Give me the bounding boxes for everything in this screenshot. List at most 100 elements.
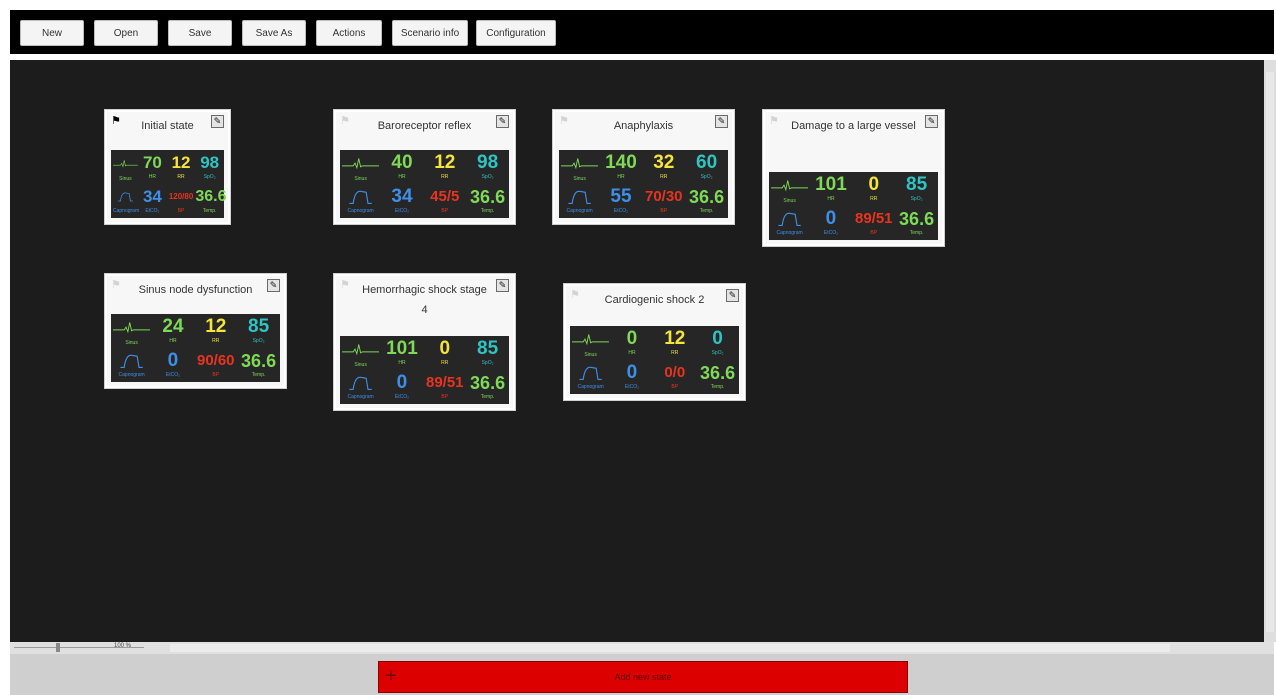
vitals-monitor: Sinus Capnogram 24 HR 12 RR 85 SpO₂ 0 EtCO₂ 90/60 B… bbox=[111, 314, 280, 382]
spo2-value: 60 bbox=[696, 152, 718, 173]
ecg-wave-icon: Sinus bbox=[561, 154, 599, 184]
edit-pencil-icon[interactable]: ✎ bbox=[715, 115, 728, 128]
spo2-value-cell: 98 SpO₂ bbox=[466, 152, 509, 180]
edit-pencil-icon[interactable]: ✎ bbox=[211, 115, 224, 128]
ecg-wave-icon: Sinus bbox=[113, 154, 138, 184]
flag-icon[interactable]: ⚑ bbox=[340, 116, 350, 127]
capnogram-wave-icon: Capnogram bbox=[342, 186, 379, 216]
rr-label: RR bbox=[177, 174, 185, 180]
state-card[interactable]: ⚑ Hemorrhagic shock stage 4 ✎ Sinus Capnogra… bbox=[334, 274, 515, 410]
scroll-thumb[interactable] bbox=[1266, 72, 1274, 632]
temp-value-cell: 36.6 Temp. bbox=[685, 186, 728, 214]
hr-label: HR bbox=[148, 174, 157, 180]
scenario-info-button[interactable]: Scenario info bbox=[392, 20, 468, 46]
spo2-value: 0 bbox=[712, 328, 723, 349]
edit-pencil-icon[interactable]: ✎ bbox=[496, 279, 509, 292]
zoom-control[interactable]: 100 % bbox=[10, 642, 165, 654]
bp-label: BP bbox=[177, 208, 185, 214]
bp-value: 120/80 bbox=[168, 192, 194, 201]
actions-button[interactable]: Actions bbox=[316, 20, 382, 46]
flag-icon[interactable]: ⚑ bbox=[111, 116, 121, 127]
bp-value-cell: 89/51 BP bbox=[423, 372, 466, 400]
edit-pencil-icon[interactable]: ✎ bbox=[726, 289, 739, 302]
flag-icon[interactable]: ⚑ bbox=[769, 116, 779, 127]
spo2-value-cell: 98 SpO₂ bbox=[195, 152, 224, 180]
hr-label: HR bbox=[628, 350, 636, 356]
state-card[interactable]: ⚑ Sinus node dysfunction ✎ Sinus Capnogram 24… bbox=[105, 274, 286, 388]
hr-value: 24 bbox=[162, 316, 184, 337]
rr-value-cell: 0 RR bbox=[852, 174, 895, 202]
temp-label: Temp. bbox=[251, 372, 266, 378]
bp-value: 45/5 bbox=[430, 188, 460, 205]
hr-value: 70 bbox=[142, 153, 162, 172]
temp-label: Temp. bbox=[480, 394, 495, 400]
hr-value-cell: 24 HR bbox=[152, 316, 195, 344]
flag-icon[interactable]: ⚑ bbox=[570, 290, 580, 301]
horizontal-scrollbar[interactable]: 100 % bbox=[10, 642, 1274, 654]
state-title: Damage to a large vessel bbox=[791, 120, 916, 132]
hr-label: HR bbox=[827, 196, 835, 202]
vertical-scrollbar[interactable] bbox=[1264, 60, 1276, 642]
temp-label: Temp. bbox=[202, 208, 217, 214]
add-new-state-button[interactable]: + Add new state bbox=[378, 661, 908, 693]
capnogram-label: Capnogram bbox=[113, 208, 140, 214]
rr-value: 12 bbox=[434, 152, 456, 173]
edit-pencil-icon[interactable]: ✎ bbox=[267, 279, 280, 292]
vitals-monitor: Sinus Capnogram 140 HR 32 RR 60 SpO₂ 55 EtCO₂ 70/3… bbox=[559, 150, 728, 218]
flag-icon[interactable]: ⚑ bbox=[111, 280, 121, 291]
zoom-slider-handle[interactable] bbox=[56, 643, 60, 652]
hr-label: HR bbox=[398, 174, 406, 180]
temp-value-cell: 36.6 Temp. bbox=[466, 372, 509, 400]
open-button[interactable]: Open bbox=[94, 20, 158, 46]
hr-value-cell: 0 HR bbox=[611, 328, 654, 356]
etco2-value: 0 bbox=[167, 350, 179, 371]
ecg-wave-icon: Sinus bbox=[113, 318, 151, 348]
sinus-label: Sinus bbox=[354, 176, 367, 182]
rr-value-cell: 12 RR bbox=[167, 152, 196, 180]
state-title: Initial state bbox=[141, 120, 194, 132]
ecg-wave-icon: Sinus bbox=[342, 154, 380, 184]
state-card[interactable]: ⚑ Damage to a large vessel ✎ Sinus Capnogram… bbox=[763, 110, 944, 246]
spo2-value: 98 bbox=[200, 153, 220, 172]
spo2-label: SpO₂ bbox=[481, 360, 494, 366]
temp-value-cell: 36.6 Temp. bbox=[195, 186, 226, 214]
capnogram-label: Capnogram bbox=[118, 372, 145, 378]
bp-value-cell: 0/0 BP bbox=[653, 362, 696, 390]
capnogram-wave-icon: Capnogram bbox=[113, 186, 140, 216]
rr-label: RR bbox=[441, 174, 449, 180]
etco2-value-cell: 34 EtCO₂ bbox=[381, 186, 424, 214]
save-button[interactable]: Save bbox=[168, 20, 232, 46]
h-scroll-thumb[interactable] bbox=[170, 644, 1170, 652]
state-card[interactable]: ⚑ Anaphylaxis ✎ Sinus Capnogram 140 HR 32 RR 60 Sp… bbox=[553, 110, 734, 224]
edit-pencil-icon[interactable]: ✎ bbox=[925, 115, 938, 128]
edit-pencil-icon[interactable]: ✎ bbox=[496, 115, 509, 128]
spo2-label: SpO₂ bbox=[711, 350, 724, 356]
rr-label: RR bbox=[671, 350, 679, 356]
zoom-value: 100 % bbox=[114, 643, 132, 649]
state-title: Baroreceptor reflex bbox=[377, 120, 472, 132]
bp-value: 90/60 bbox=[196, 352, 235, 369]
bp-value-cell: 120/80 BP bbox=[167, 186, 196, 214]
state-title: Hemorrhagic shock stage 4 bbox=[362, 284, 487, 316]
plus-icon: + bbox=[385, 665, 397, 687]
spo2-value: 85 bbox=[248, 316, 270, 337]
vitals-monitor: Sinus Capnogram 101 HR 0 RR 85 SpO₂ 0 EtCO₂ 89/51 B… bbox=[340, 336, 509, 404]
hr-value: 101 bbox=[386, 338, 418, 359]
new-button[interactable]: New bbox=[20, 20, 84, 46]
state-card[interactable]: ⚑ Baroreceptor reflex ✎ Sinus Capnogram 40 HR 1… bbox=[334, 110, 515, 224]
state-card[interactable]: ⚑ Initial state ✎ Sinus Capnogram 70 HR 12 RR 98 S… bbox=[105, 110, 230, 224]
flag-icon[interactable]: ⚑ bbox=[340, 280, 350, 291]
state-card[interactable]: ⚑ Cardiogenic shock 2 ✎ Sinus Capnogram 0 HR 12… bbox=[564, 284, 745, 400]
configuration-button[interactable]: Configuration bbox=[476, 20, 556, 46]
etco2-value: 0 bbox=[396, 372, 408, 393]
flag-icon[interactable]: ⚑ bbox=[559, 116, 569, 127]
rr-value: 0 bbox=[868, 174, 880, 195]
temp-value: 36.6 bbox=[899, 209, 935, 229]
ecg-wave-icon: Sinus bbox=[342, 340, 380, 370]
temp-value-cell: 36.6 Temp. bbox=[696, 362, 739, 390]
save-as-button[interactable]: Save As bbox=[242, 20, 306, 46]
temp-value: 36.6 bbox=[470, 187, 506, 207]
rr-label: RR bbox=[870, 196, 878, 202]
bp-label: BP bbox=[212, 372, 220, 378]
etco2-value: 0 bbox=[626, 362, 638, 383]
